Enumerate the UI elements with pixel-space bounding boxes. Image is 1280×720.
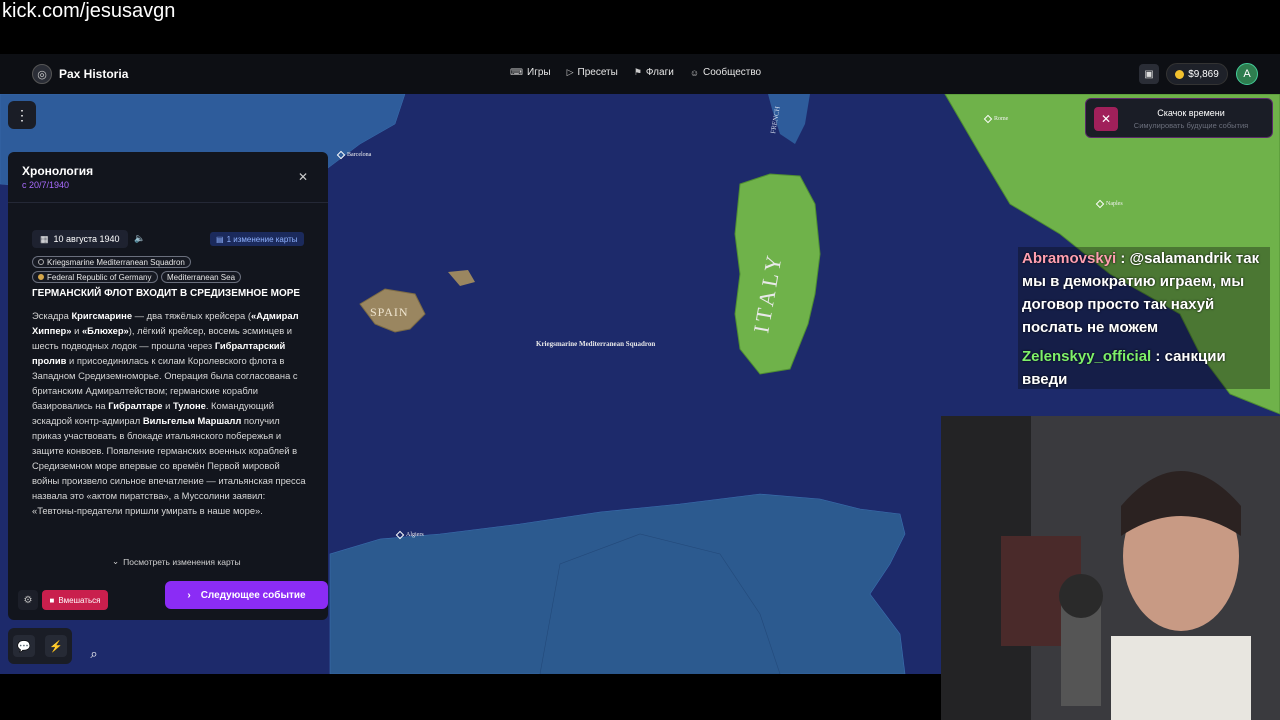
event-text: получил приказ участвовать в блокаде ита… <box>32 415 306 516</box>
gear-icon[interactable]: ⚙ <box>18 590 38 610</box>
city-algiers[interactable]: Algiers <box>395 530 424 540</box>
event-highlight: Вильгельм Маршалл <box>142 415 242 426</box>
map-label-squadron[interactable]: Kriegsmarine Mediterranean Squadron <box>536 340 655 348</box>
time-jump-panel[interactable]: ✕ Скачок времени Симулировать будущие со… <box>1085 98 1273 138</box>
view-map-changes-label: Посмотреть изменения карты <box>123 556 241 567</box>
close-icon[interactable]: ✕ <box>298 170 308 184</box>
tag-mediterranean[interactable]: Mediterranean Sea <box>161 271 242 283</box>
search-icon[interactable]: ⌕ <box>82 642 106 666</box>
time-jump-title: Скачок времени <box>1157 108 1225 118</box>
nav-games-label: Игры <box>527 67 551 78</box>
pax-historia-logo-icon[interactable]: ◎ <box>32 64 52 84</box>
nav-flags-label: Флаги <box>645 67 674 78</box>
next-event-button[interactable]: › Следующее событие <box>165 581 328 609</box>
nav-community[interactable]: ☺ Сообщество <box>690 67 761 78</box>
tag-squadron[interactable]: Kriegsmarine Mediterranean Squadron <box>32 256 191 268</box>
intervene-button[interactable]: ■ Вмешаться <box>42 590 108 610</box>
user-avatar[interactable]: A <box>1236 63 1258 85</box>
tag-label: Mediterranean Sea <box>167 272 236 282</box>
divider <box>8 202 328 203</box>
chat-message: Zelenskyy_official : санкции введи <box>1022 345 1270 391</box>
city-marker-icon <box>983 114 993 124</box>
nav-presets[interactable]: ▷ Пресеты <box>567 67 618 78</box>
event-description: Эскадра Кригсмарине — два тяжёлых крейсе… <box>32 308 306 518</box>
tag-dot-icon <box>38 259 44 265</box>
stream-frame: kick.com/jesusavgn ITALY SPAIN FRENCH ◎ <box>0 0 1280 720</box>
close-icon[interactable]: ✕ <box>1094 107 1118 131</box>
event-text: Эскадра <box>32 310 72 321</box>
city-rome[interactable]: Rome <box>983 114 1009 124</box>
event-highlight: «Блюхер» <box>81 325 129 336</box>
city-label: Rome <box>994 116 1009 122</box>
streamer-webcam <box>941 416 1280 720</box>
flag-icon: ⚑ <box>633 67 642 77</box>
nav-games[interactable]: ⌨ Игры <box>510 67 551 78</box>
chevron-down-icon: ⌄ <box>112 556 120 566</box>
city-label: Algiers <box>406 532 424 538</box>
event-highlight: Гибралтаре <box>108 400 163 411</box>
city-label: Naples <box>1106 201 1123 207</box>
map-icon: ▤ <box>216 234 224 244</box>
event-date: 10 августа 1940 <box>53 234 120 244</box>
event-title: ГЕРМАНСКИЙ ФЛОТ ВХОДИТ В СРЕДИЗЕМНОЕ МОР… <box>32 288 301 299</box>
stream-url-label: kick.com/jesusavgn <box>2 0 176 22</box>
next-event-label: Следующее событие <box>200 589 306 601</box>
bottom-toolbar: 💬 ⚡ <box>8 628 72 664</box>
event-text: и <box>162 400 173 411</box>
top-nav-bar: ◎ Pax Historia ⌨ Игры ▷ Пресеты ⚑ Флаги ☺ Со… <box>0 54 1280 94</box>
city-marker-icon <box>395 530 405 540</box>
chat-message: Abramovskyi : @salamandrik так мы в демо… <box>1022 247 1270 339</box>
map-label-spain: SPAIN <box>370 305 409 319</box>
event-highlight: Тулоне <box>172 400 206 411</box>
coin-icon <box>1175 69 1185 79</box>
nav-flags[interactable]: ⚑ Флаги <box>634 67 674 78</box>
map-menu-button[interactable]: ⋮ <box>8 101 36 129</box>
calendar-icon: ▦ <box>40 233 49 244</box>
speaker-icon[interactable]: 🔈 <box>134 233 145 244</box>
event-text: и <box>71 325 82 336</box>
chat-username: Abramovskyi <box>1022 250 1117 267</box>
chevron-right-icon: › <box>187 589 191 601</box>
tag-label: Kriegsmarine Mediterranean Squadron <box>47 257 185 267</box>
chat-username: Zelenskyy_official <box>1022 348 1152 365</box>
stream-chat-overlay: Abramovskyi : @salamandrik так мы в демо… <box>1018 247 1270 389</box>
nav-community-label: Сообщество <box>703 67 762 78</box>
city-naples[interactable]: Naples <box>1095 199 1123 209</box>
city-label: Barcelona <box>347 152 372 158</box>
balance-value: $9,869 <box>1188 68 1219 80</box>
event-date-chip: ▦ 10 августа 1940 <box>32 230 128 248</box>
city-marker-icon <box>1095 199 1105 209</box>
people-icon: ☺ <box>689 67 700 78</box>
city-barcelona[interactable]: Barcelona <box>336 150 372 160</box>
nav-presets-label: Пресеты <box>577 67 618 78</box>
map-changes-label: 1 изменение карты <box>226 234 298 244</box>
play-icon: ▷ <box>566 67 574 77</box>
timeline-since: с 20/7/1940 <box>22 180 70 190</box>
timeline-title: Хронология <box>22 164 94 178</box>
balance-chip[interactable]: $9,869 <box>1166 63 1228 85</box>
main-nav: ⌨ Игры ▷ Пресеты ⚑ Флаги ☺ Сообщество <box>510 67 761 78</box>
intervene-label: Вмешаться <box>58 595 101 605</box>
chat-icon[interactable]: 💬 <box>13 635 35 657</box>
tag-label: Federal Republic of Germany <box>47 272 152 282</box>
view-map-changes-button[interactable]: ⌄ Посмотреть изменения карты <box>112 556 241 567</box>
tag-germany[interactable]: Federal Republic of Germany <box>32 271 158 283</box>
gift-icon[interactable]: ▣ <box>1139 64 1159 84</box>
brand-title[interactable]: Pax Historia <box>59 67 128 81</box>
city-marker-icon <box>336 150 346 160</box>
gamepad-icon: ⌨ <box>510 67 523 77</box>
map-changes-chip[interactable]: ▤ 1 изменение карты <box>210 232 304 246</box>
time-jump-subtitle: Симулировать будущие события <box>1133 121 1249 130</box>
timeline-panel: Хронология с 20/7/1940 ✕ ▦ 10 августа 194… <box>8 152 328 620</box>
lightning-icon[interactable]: ⚡ <box>45 635 67 657</box>
stop-icon: ■ <box>49 595 55 605</box>
event-highlight: Кригсмарине <box>71 310 133 321</box>
event-text: — два тяжёлых крейсера ( <box>132 310 251 321</box>
tag-dot-icon <box>38 274 44 280</box>
